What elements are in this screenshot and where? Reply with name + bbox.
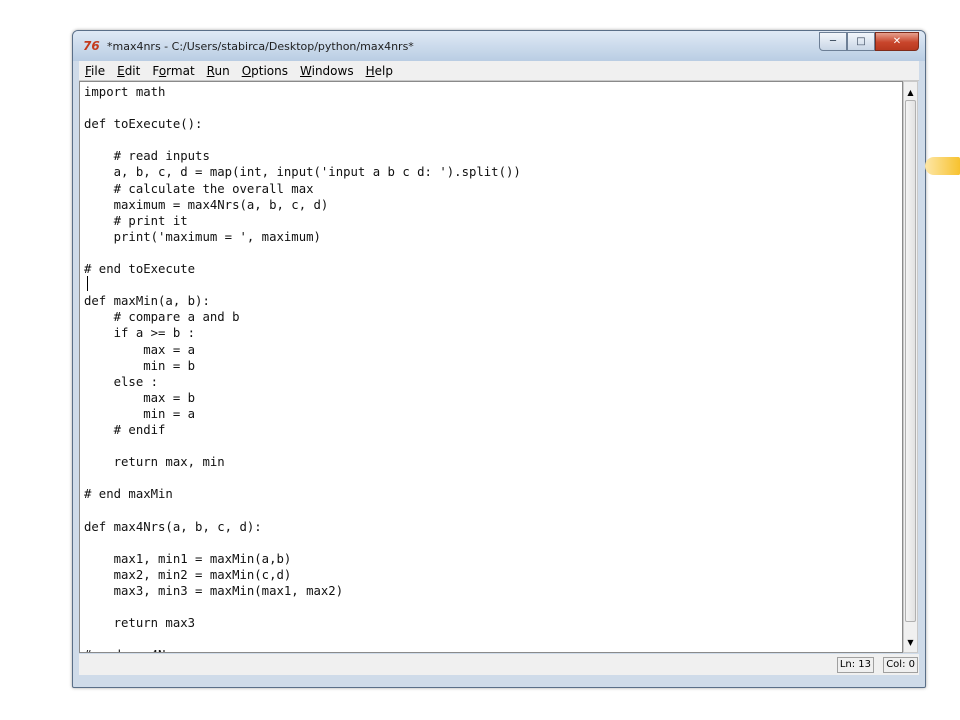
menu-help[interactable]: Help (360, 64, 399, 78)
vertical-scrollbar[interactable]: ▲ ▼ (903, 81, 918, 653)
menu-run[interactable]: Run (201, 64, 236, 78)
line-number-status: Ln: 13 (836, 657, 874, 673)
title-bar[interactable]: 76 *max4nrs - C:/Users/stabirca/Desktop/… (73, 31, 925, 61)
menu-windows[interactable]: Windows (294, 64, 360, 78)
menu-windows-accel: W (300, 63, 312, 78)
text-cursor (87, 276, 88, 291)
idle-python-icon: 76 (83, 39, 100, 53)
status-bar: Ln: 13 Col: 0 (79, 654, 919, 675)
column-number-status: Col: 0 (883, 657, 918, 673)
close-button[interactable]: ✕ (875, 32, 919, 51)
window-title: *max4nrs - C:/Users/stabirca/Desktop/pyt… (107, 40, 414, 53)
menu-windows-label: indows (311, 63, 354, 78)
menu-file-label: ile (91, 63, 106, 78)
menu-edit[interactable]: Edit (111, 64, 146, 78)
scrollbar-thumb[interactable] (905, 100, 916, 622)
close-icon: ✕ (892, 36, 902, 47)
maximize-button[interactable]: □ (847, 32, 875, 51)
menu-options-accel: O (241, 63, 252, 78)
scroll-up-arrow-icon[interactable]: ▲ (904, 84, 917, 100)
menu-format-label: rmat (166, 63, 195, 78)
code-text[interactable]: import math def toExecute(): # read inpu… (80, 82, 902, 652)
menu-help-accel: H (365, 63, 375, 78)
scroll-down-arrow-icon[interactable]: ▼ (904, 634, 917, 650)
menu-bar: File Edit Format Run Options Windows Hel… (79, 61, 919, 81)
menu-edit-accel: E (117, 63, 125, 78)
menu-help-label: elp (374, 63, 393, 78)
menu-options-label: ptions (251, 63, 288, 78)
idle-editor-window: 76 *max4nrs - C:/Users/stabirca/Desktop/… (72, 30, 926, 688)
menu-run-label: un (214, 63, 230, 78)
maximize-icon: □ (856, 36, 866, 47)
code-editor[interactable]: import math def toExecute(): # read inpu… (79, 81, 903, 653)
minimize-icon: ─ (829, 36, 837, 47)
menu-format[interactable]: Format (146, 64, 200, 78)
menu-edit-label: dit (124, 63, 141, 78)
menu-file[interactable]: File (79, 64, 111, 78)
background-decoration (925, 157, 960, 175)
window-controls: ─ □ ✕ (819, 32, 919, 51)
menu-options[interactable]: Options (236, 64, 294, 78)
minimize-button[interactable]: ─ (819, 32, 847, 51)
